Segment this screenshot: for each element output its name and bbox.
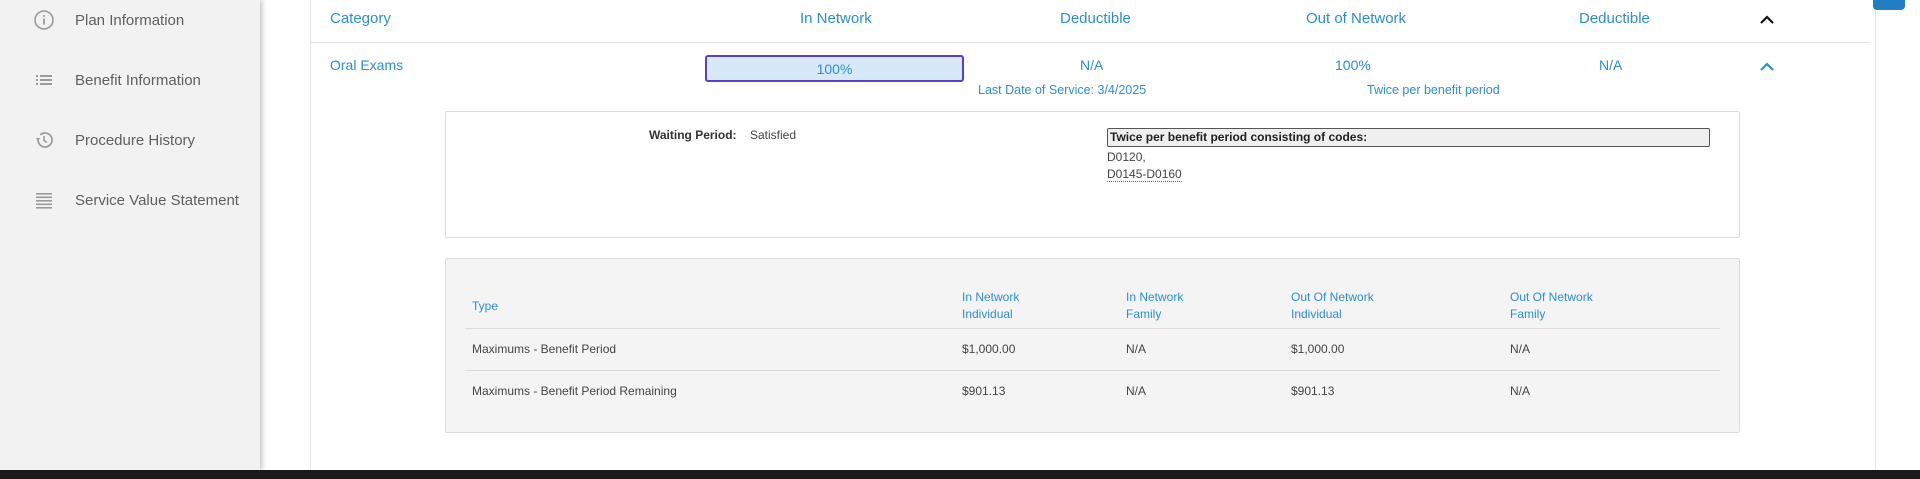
header-deductible-in: Deductible [1060, 10, 1131, 27]
column-header-in-network-individual: In Network Individual [962, 289, 1019, 323]
header-divider [310, 42, 1870, 43]
table-cell-type: Maximums - Benefit Period [472, 342, 617, 356]
header-line: In Network [1126, 290, 1184, 304]
table-divider [465, 328, 1720, 329]
sidebar-item-label: Benefit Information [75, 71, 201, 89]
table-cell-in-individual: $1,000.00 [962, 342, 1016, 356]
sidebar-item-label: Procedure History [75, 131, 196, 149]
table-cell-in-family: N/A [1126, 384, 1147, 398]
list-icon [33, 69, 55, 91]
frequency-summary: Twice per benefit period [1367, 83, 1500, 97]
header-line: Individual [1291, 307, 1342, 321]
frequency-detail-title: Twice per benefit period consisting of c… [1107, 128, 1710, 147]
sidebar: Plan Information Benefit Information Pro… [0, 0, 260, 470]
column-header-out-network-family: Out Of Network Family [1510, 289, 1593, 323]
bottom-bar [0, 470, 1920, 479]
sidebar-item-plan-information[interactable]: Plan Information [0, 0, 260, 40]
deductible-out-value: N/A [1599, 57, 1623, 73]
info-icon [33, 9, 55, 31]
header-line: Out Of Network [1291, 290, 1374, 304]
help-button[interactable] [1873, 0, 1905, 10]
chevron-up-icon[interactable] [1759, 62, 1775, 72]
sidebar-item-service-value-statement[interactable]: Service Value Statement [0, 180, 260, 220]
last-date-of-service: Last Date of Service: 3/4/2025 [978, 83, 1147, 97]
table-cell-out-family: N/A [1510, 342, 1531, 356]
category-link-oral-exams[interactable]: Oral Exams [330, 57, 403, 73]
header-deductible-out: Deductible [1579, 10, 1650, 27]
header-line: Family [1126, 307, 1162, 321]
table-cell-type: Maximums - Benefit Period Remaining [472, 384, 677, 398]
column-header-out-network-individual: Out Of Network Individual [1291, 289, 1374, 323]
waiting-period-value: Satisfied [750, 128, 797, 142]
table-divider [465, 370, 1720, 371]
sidebar-item-procedure-history[interactable]: Procedure History [0, 120, 260, 160]
waiting-period-label: Waiting Period: [649, 128, 737, 142]
history-icon [33, 129, 55, 151]
header-out-of-network: Out of Network [1306, 10, 1407, 27]
table-cell-out-individual: $901.13 [1291, 384, 1335, 398]
maximums-table [445, 258, 1740, 433]
in-network-value[interactable]: 100% [705, 55, 964, 82]
deductible-in-value: N/A [1080, 57, 1104, 73]
statement-icon [33, 189, 55, 211]
sidebar-item-label: Service Value Statement [75, 191, 239, 209]
table-cell-in-individual: $901.13 [962, 384, 1006, 398]
header-line: Individual [962, 307, 1013, 321]
table-cell-out-family: N/A [1510, 384, 1531, 398]
header-line: In Network [962, 290, 1020, 304]
sidebar-item-benefit-information[interactable]: Benefit Information [0, 60, 260, 100]
header-line: Family [1510, 307, 1546, 321]
procedure-code: D0120, [1107, 150, 1146, 164]
procedure-code-range[interactable]: D0145-D0160 [1107, 167, 1182, 182]
column-header-type: Type [472, 299, 499, 313]
column-header-in-network-family: In Network Family [1126, 289, 1183, 323]
out-of-network-value: 100% [1335, 57, 1371, 73]
header-category: Category [330, 10, 391, 27]
sidebar-item-label: Plan Information [75, 11, 185, 29]
header-line: Out Of Network [1510, 290, 1593, 304]
table-cell-out-individual: $1,000.00 [1291, 342, 1345, 356]
header-in-network: In Network [800, 10, 872, 27]
table-cell-in-family: N/A [1126, 342, 1147, 356]
chevron-up-icon[interactable] [1759, 15, 1775, 25]
